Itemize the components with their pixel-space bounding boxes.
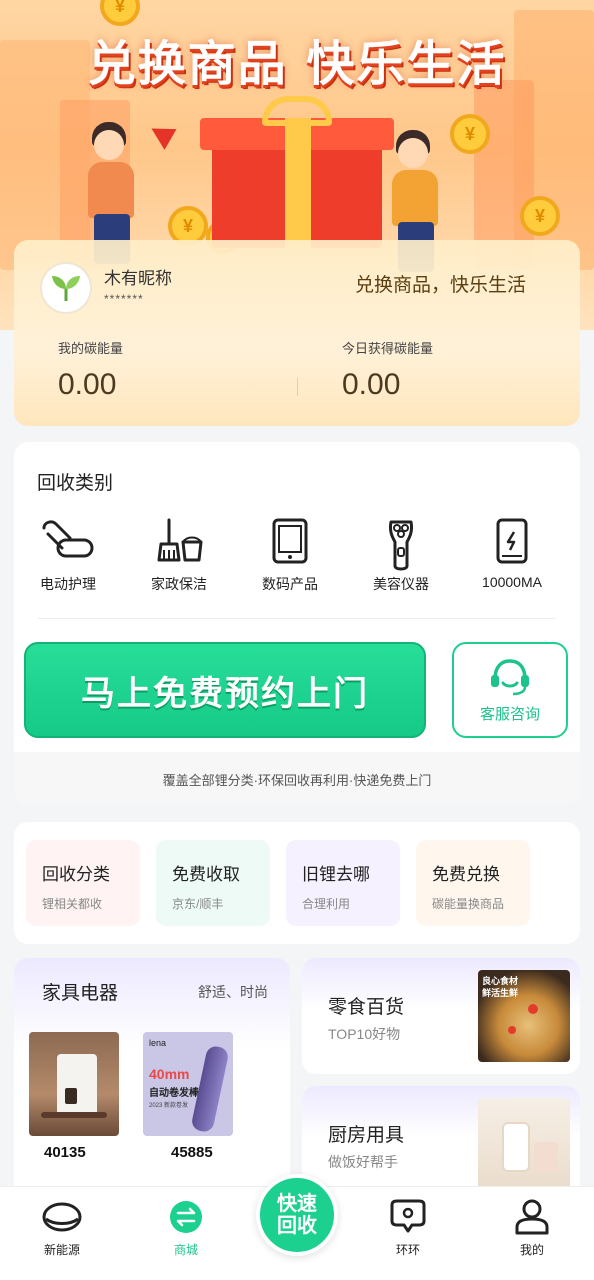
quick-link-subtitle: 锂相关都收	[42, 897, 103, 911]
category-beauty[interactable]: 美容仪器	[351, 518, 451, 594]
carbon-energy-label: 我的碳能量	[58, 341, 124, 356]
snacks-title: 零食百货	[328, 997, 405, 1018]
coin-icon: ¥	[450, 114, 490, 154]
category-label: 家政保洁	[151, 576, 207, 592]
category-digital[interactable]: 数码产品	[240, 518, 340, 594]
quick-link-recycle-category[interactable]: 回收分类 锂相关都收	[26, 840, 140, 926]
broom-bucket-icon	[157, 518, 203, 562]
quick-recycle-line2: 回收	[277, 1215, 317, 1237]
thumb-headline: 40mm	[149, 1066, 190, 1082]
snacks-section[interactable]: 零食百货 TOP10好物 良心食材 鲜活生鲜	[302, 958, 580, 1074]
profile-card: 木有昵称 ******* 兑换商品，快乐生活 我的碳能量 0.00 今日获得碳能…	[14, 240, 580, 426]
thumb-caption: 鲜活生鲜	[482, 988, 519, 998]
snacks-subtitle: TOP10好物	[328, 1026, 401, 1042]
tablet-icon	[272, 518, 308, 564]
quick-link-title: 免费兑换	[432, 865, 500, 884]
appliance-section[interactable]: 家具电器 舒适、时尚 40135 lena 40mm 自动卷发棒 2023 新款…	[14, 958, 290, 1198]
recycle-card: 回收类别 电动护理 家政保洁 数码产品 美容仪器 10000MA 马上免费预约上…	[14, 442, 580, 804]
divider	[38, 618, 556, 619]
product-number: 40135	[44, 1144, 86, 1161]
category-label: 电动护理	[40, 576, 96, 592]
avatar[interactable]	[40, 262, 92, 314]
quick-link-title: 旧锂去哪	[302, 865, 370, 884]
user-icon	[515, 1199, 549, 1235]
stat-divider	[297, 378, 298, 396]
quick-link-subtitle: 合理利用	[302, 897, 351, 911]
nav-label: 新能源	[43, 1243, 80, 1257]
kitchen-thumb[interactable]	[478, 1098, 570, 1190]
masked-id: *******	[104, 292, 144, 306]
nav-item-huanhuan[interactable]: 环环	[358, 1199, 458, 1258]
quick-link-subtitle: 京东/顺丰	[172, 897, 224, 911]
kitchen-section[interactable]: 厨房用具 做饭好帮手	[302, 1086, 580, 1198]
product-thumb-coffee-machine[interactable]	[29, 1032, 119, 1136]
kitchen-subtitle: 做饭好帮手	[328, 1154, 398, 1170]
quick-recycle-button[interactable]: 快速 回收	[256, 1174, 338, 1256]
customer-service-label: 客服咨询	[479, 705, 540, 723]
category-label: 数码产品	[262, 576, 318, 592]
nav-label: 商城	[173, 1243, 198, 1257]
quick-recycle-line1: 快速	[277, 1193, 317, 1215]
product-number: 45885	[171, 1144, 213, 1161]
nav-label: 环环	[395, 1243, 420, 1257]
appliance-title: 家具电器	[42, 983, 119, 1004]
gift-ribbon-illustration	[285, 118, 311, 248]
quick-link-free-pickup[interactable]: 免费收取 京东/顺丰	[156, 840, 270, 926]
nickname: 木有昵称	[104, 269, 172, 288]
carbon-energy-value: 0.00	[58, 368, 117, 401]
profile-slogan: 兑换商品，快乐生活	[354, 275, 526, 296]
quick-link-old-lithium[interactable]: 旧锂去哪 合理利用	[286, 840, 400, 926]
planet-icon	[42, 1202, 82, 1232]
quick-links-card: 回收分类 锂相关都收 免费收取 京东/顺丰 旧锂去哪 合理利用 免费兑换 碳能量…	[14, 822, 580, 944]
quick-link-subtitle: 碳能量换商品	[432, 897, 505, 911]
recycle-section-title: 回收类别	[37, 473, 114, 494]
quick-link-title: 免费收取	[172, 865, 240, 884]
headset-icon	[491, 658, 529, 695]
hair-dryer-icon	[42, 520, 94, 558]
sprout-icon	[52, 276, 80, 301]
category-label: 美容仪器	[373, 576, 429, 592]
appliance-subtitle: 舒适、时尚	[198, 984, 268, 1000]
power-bank-icon	[496, 518, 528, 564]
category-label: 10000MA	[482, 574, 542, 590]
customer-service-button[interactable]: 客服咨询	[452, 642, 568, 738]
today-energy-label: 今日获得碳能量	[342, 341, 434, 356]
book-pickup-button[interactable]: 马上免费预约上门	[24, 642, 426, 738]
nav-item-mall[interactable]: 商城	[136, 1199, 236, 1258]
quick-link-title: 回收分类	[42, 865, 110, 884]
coverage-note: 覆盖全部锂分类·环保回收再利用·快递免费上门	[14, 752, 580, 804]
category-electric-care[interactable]: 电动护理	[18, 518, 118, 594]
coin-icon: ¥	[100, 0, 140, 26]
thumb-brand: lena	[149, 1038, 167, 1048]
today-energy-value: 0.00	[342, 368, 401, 401]
chat-bubble-icon	[390, 1199, 426, 1233]
category-power-bank[interactable]: 10000MA	[462, 518, 562, 590]
nav-label: 我的	[519, 1243, 544, 1257]
banner-title: 兑换商品 快乐生活	[87, 36, 507, 92]
thumb-caption: 自动卷发棒	[149, 1088, 199, 1099]
kitchen-title: 厨房用具	[328, 1125, 405, 1146]
exchange-icon	[170, 1201, 202, 1233]
category-housekeeping[interactable]: 家政保洁	[129, 518, 229, 594]
quick-link-free-exchange[interactable]: 免费兑换 碳能量换商品	[416, 840, 530, 926]
product-thumb-curling-iron[interactable]: lena 40mm 自动卷发棒 2023 新款卷发	[143, 1032, 233, 1136]
shaver-icon	[389, 520, 413, 571]
coin-icon: ¥	[520, 196, 560, 236]
gift-bow-illustration	[262, 96, 332, 126]
nav-item-new-energy[interactable]: 新能源	[12, 1199, 112, 1258]
nav-item-mine[interactable]: 我的	[482, 1199, 582, 1258]
snacks-thumb[interactable]: 良心食材 鲜活生鲜	[478, 970, 570, 1062]
thumb-year: 2023 新款卷发	[149, 1103, 189, 1109]
